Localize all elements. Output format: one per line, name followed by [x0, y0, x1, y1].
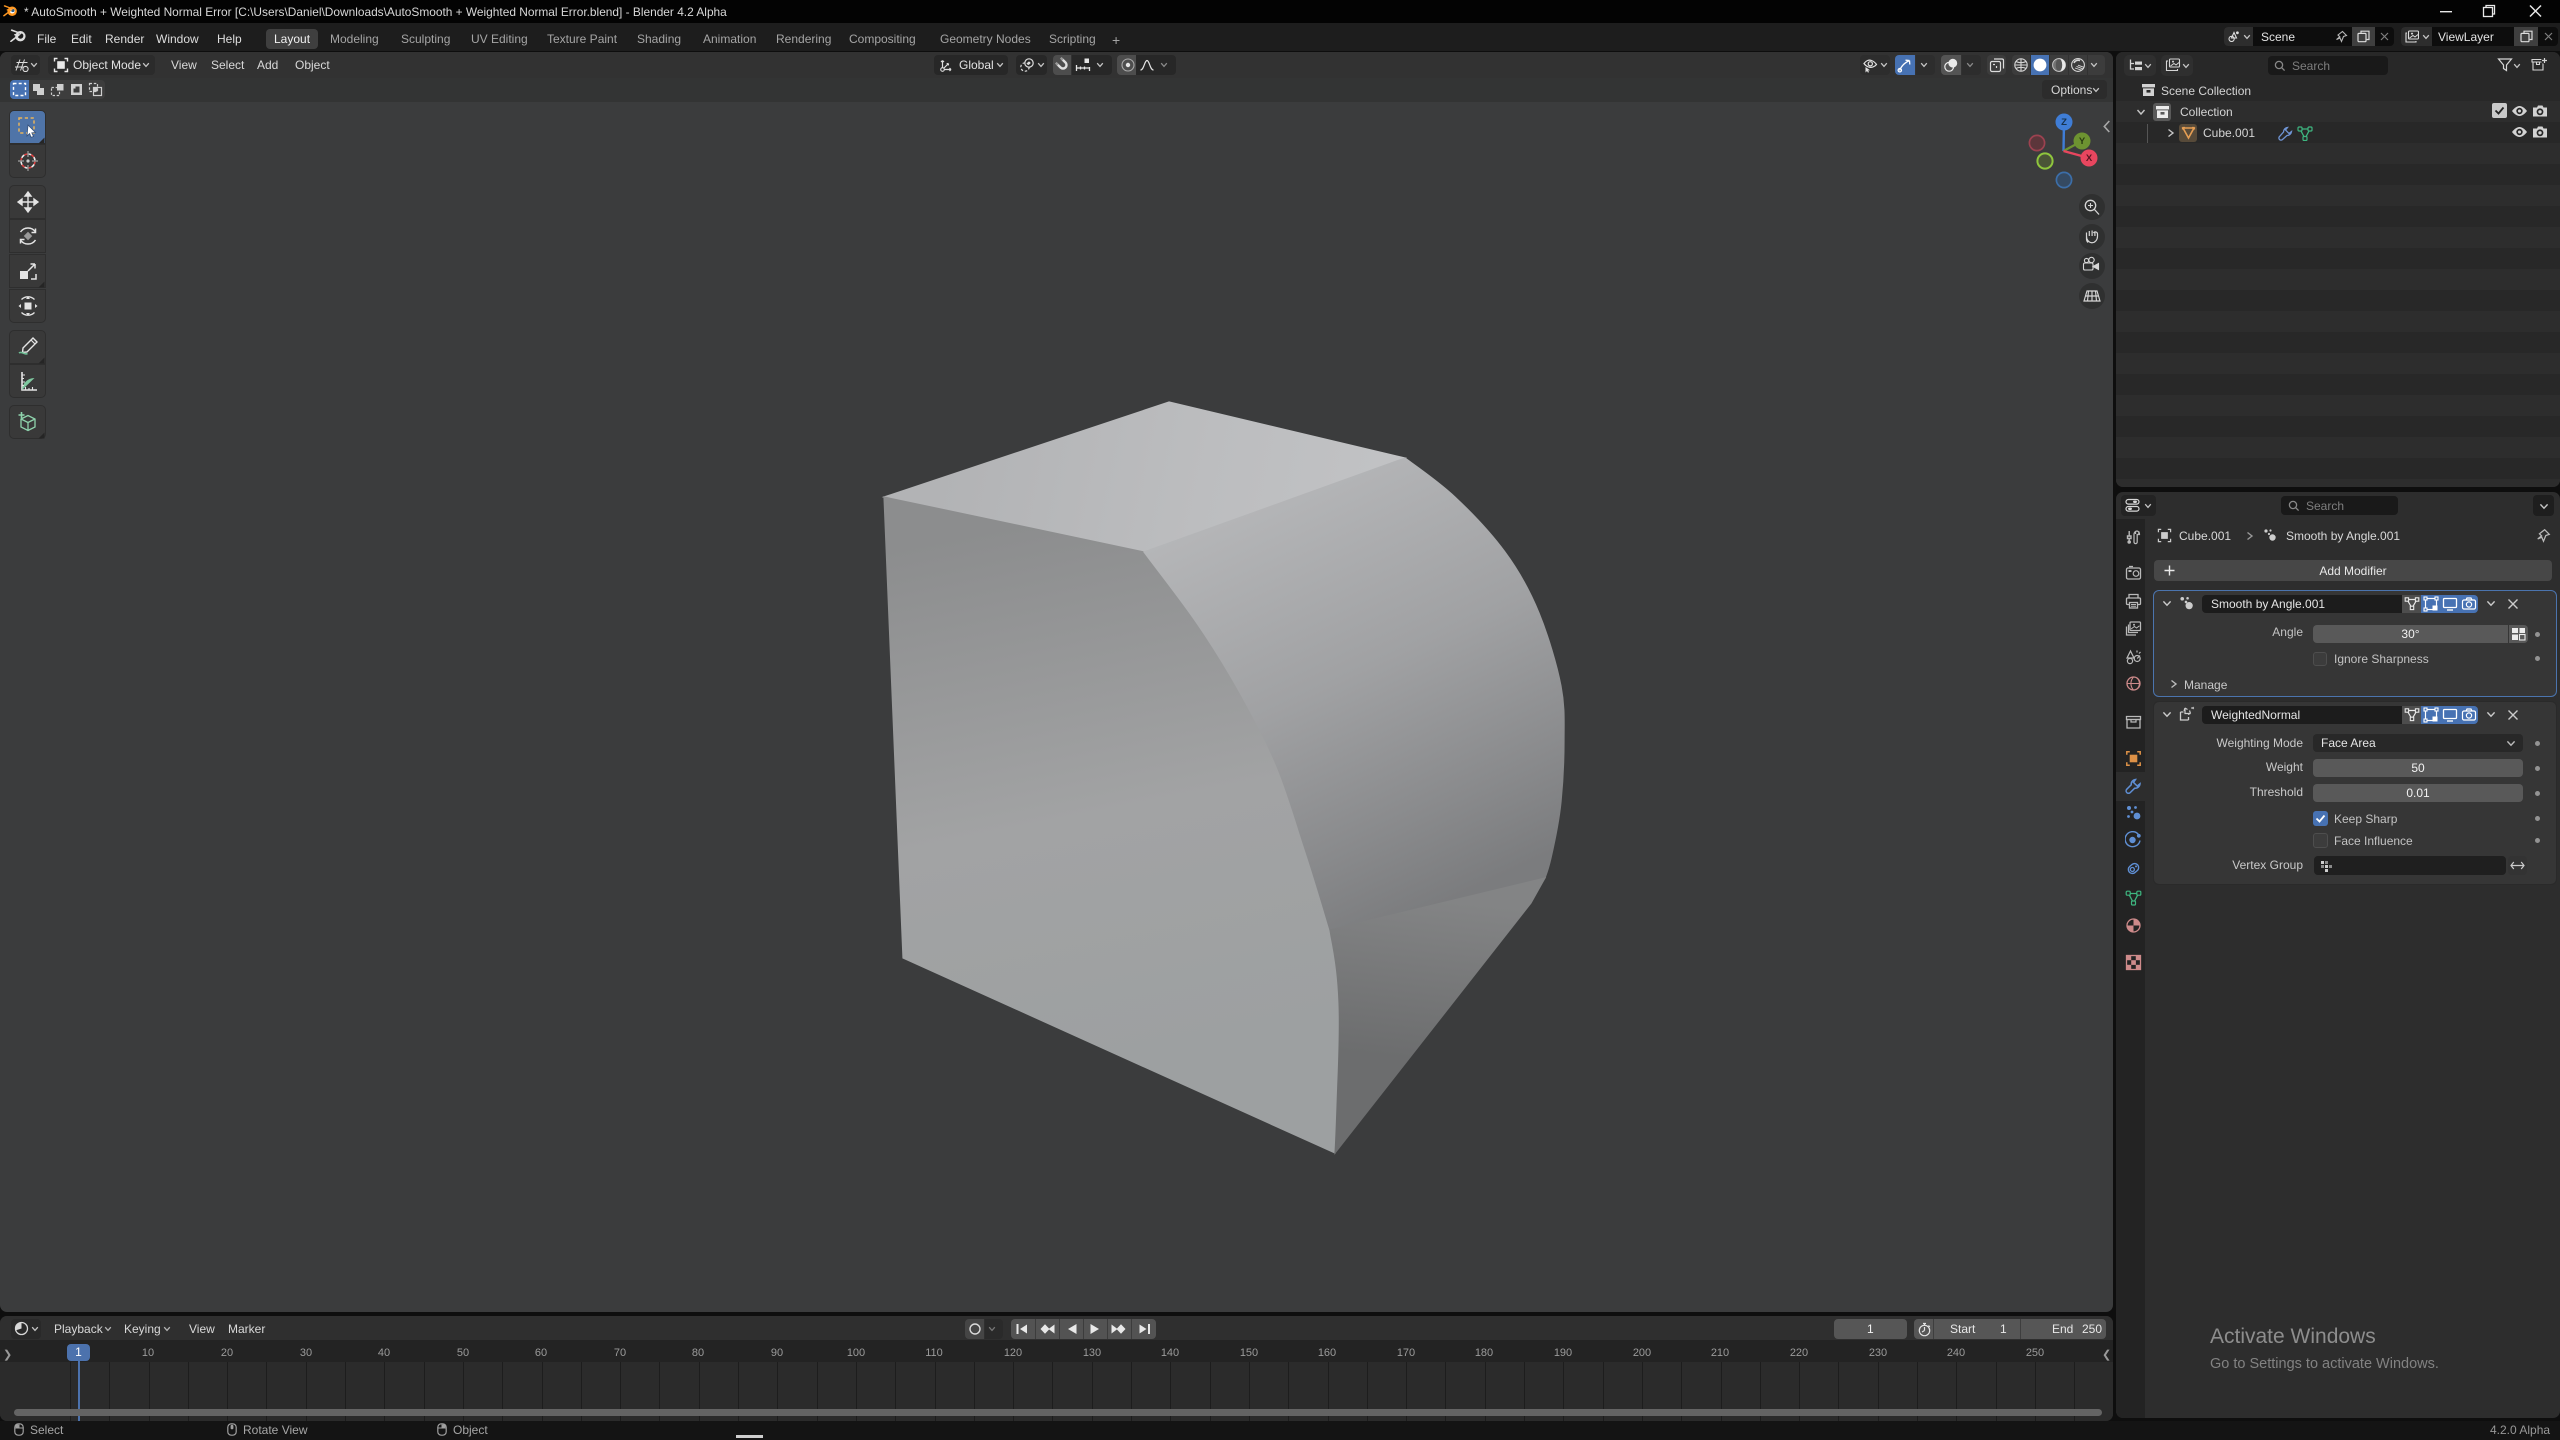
svg-text:Y: Y — [2079, 136, 2086, 147]
svg-text:Z: Z — [2061, 117, 2067, 128]
svg-text:X: X — [2086, 153, 2093, 164]
